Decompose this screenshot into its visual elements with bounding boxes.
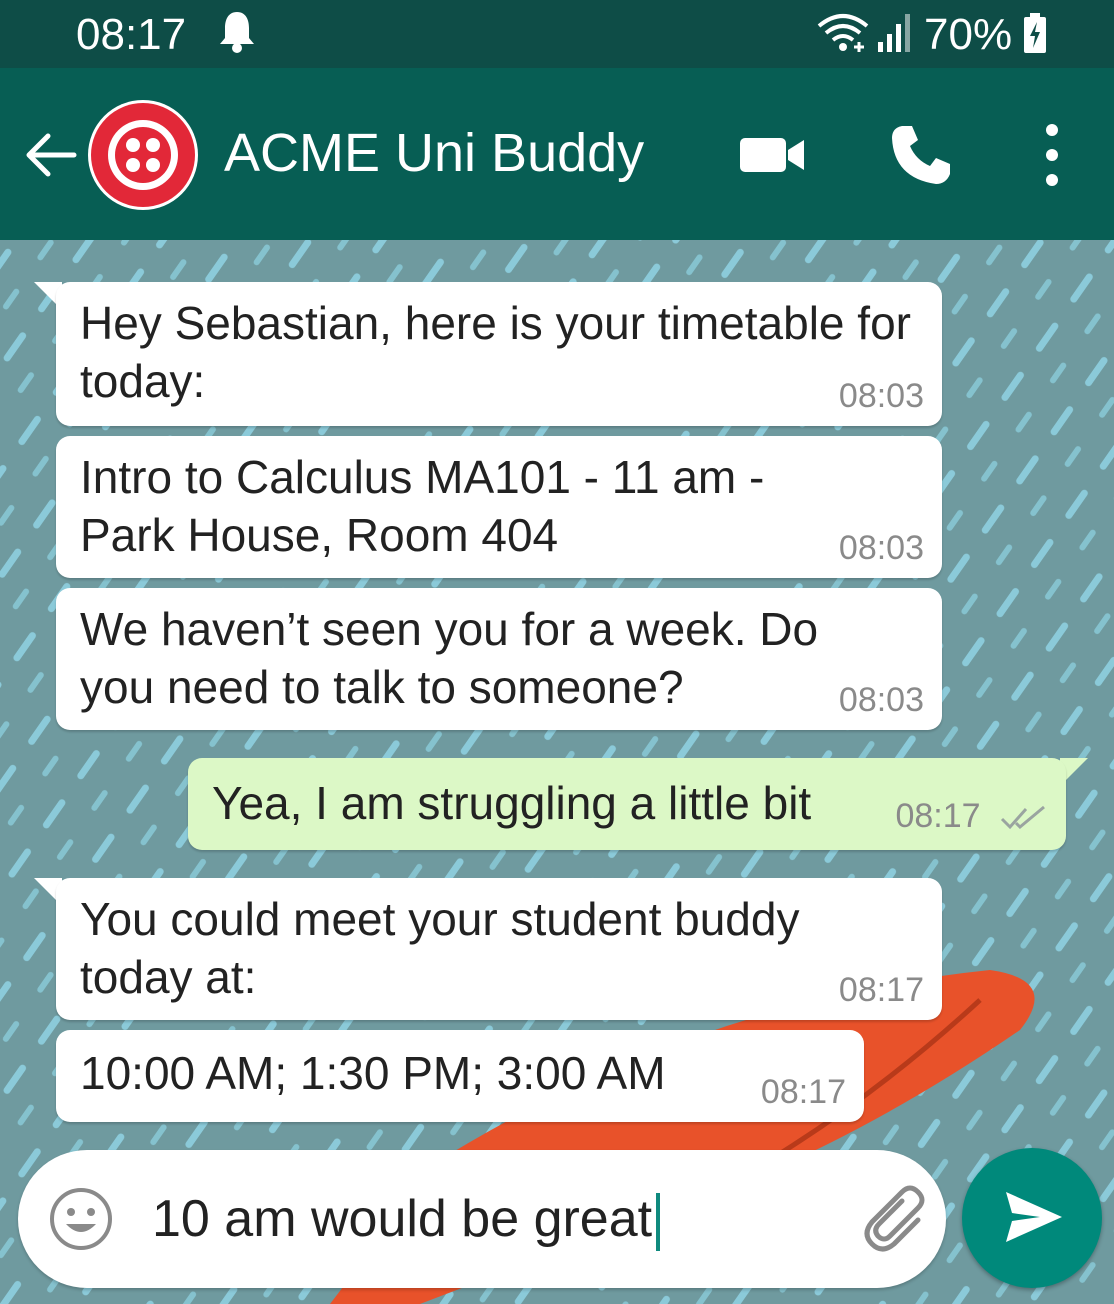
message-input-value: 10 am would be great (152, 1190, 653, 1248)
message-bubble-incoming[interactable]: We haven’t seen you for a week. Do you n… (56, 588, 942, 730)
text-caret (656, 1193, 661, 1252)
message-text: Intro to Calculus MA101 - 11 am - Park H… (80, 451, 765, 561)
signal-icon (878, 14, 910, 52)
send-button[interactable] (962, 1148, 1102, 1288)
video-call-icon[interactable] (738, 132, 808, 178)
message-time: 08:17 (838, 971, 924, 1009)
status-bar: 08:17 70% (0, 0, 1114, 68)
contact-name[interactable]: ACME Uni Buddy (224, 122, 644, 184)
message-time: 08:17 (895, 797, 981, 835)
battery-icon (1024, 13, 1046, 53)
message-bubble-incoming[interactable]: You could meet your student buddy today … (56, 878, 942, 1020)
message-time: 08:03 (838, 681, 924, 719)
wifi-icon (817, 14, 869, 52)
chat-header: ACME Uni Buddy (0, 68, 1114, 240)
battery-percentage: 70% (924, 10, 1013, 59)
status-time: 08:17 (76, 10, 187, 59)
message-text: You could meet your student buddy today … (80, 893, 800, 1003)
double-check-icon (1000, 805, 1045, 830)
phone-icon[interactable] (888, 122, 954, 188)
avatar-logo-icon (91, 103, 195, 207)
message-composer: 10 am would be great (18, 1150, 946, 1288)
message-bubble-incoming[interactable]: Intro to Calculus MA101 - 11 am - Park H… (56, 436, 942, 578)
contact-avatar[interactable] (88, 100, 198, 210)
message-input[interactable]: 10 am would be great (152, 1186, 661, 1252)
back-arrow-icon[interactable] (22, 126, 80, 184)
message-bubble-incoming[interactable]: 10:00 AM; 1:30 PM; 3:00 AM 08:17 (56, 1030, 864, 1122)
chat-area[interactable]: Hey Sebastian, here is your timetable fo… (0, 240, 1114, 1304)
attach-icon[interactable] (860, 1180, 936, 1256)
message-bubble-incoming[interactable]: Hey Sebastian, here is your timetable fo… (56, 282, 942, 426)
emoji-icon[interactable] (48, 1186, 114, 1252)
message-text: Hey Sebastian, here is your timetable fo… (80, 297, 911, 407)
message-time: 08:03 (838, 377, 924, 415)
message-bubble-outgoing[interactable]: Yea, I am struggling a little bit 08:17 (188, 758, 1066, 850)
message-text: We haven’t seen you for a week. Do you n… (80, 603, 819, 713)
bell-icon (220, 12, 254, 53)
message-time: 08:03 (838, 529, 924, 567)
message-text: 10:00 AM; 1:30 PM; 3:00 AM (80, 1047, 666, 1099)
more-vertical-icon[interactable] (1034, 118, 1070, 192)
message-time-status: 08:17 (895, 796, 1046, 836)
send-icon (1006, 1192, 1062, 1242)
message-time: 08:17 (760, 1073, 846, 1111)
